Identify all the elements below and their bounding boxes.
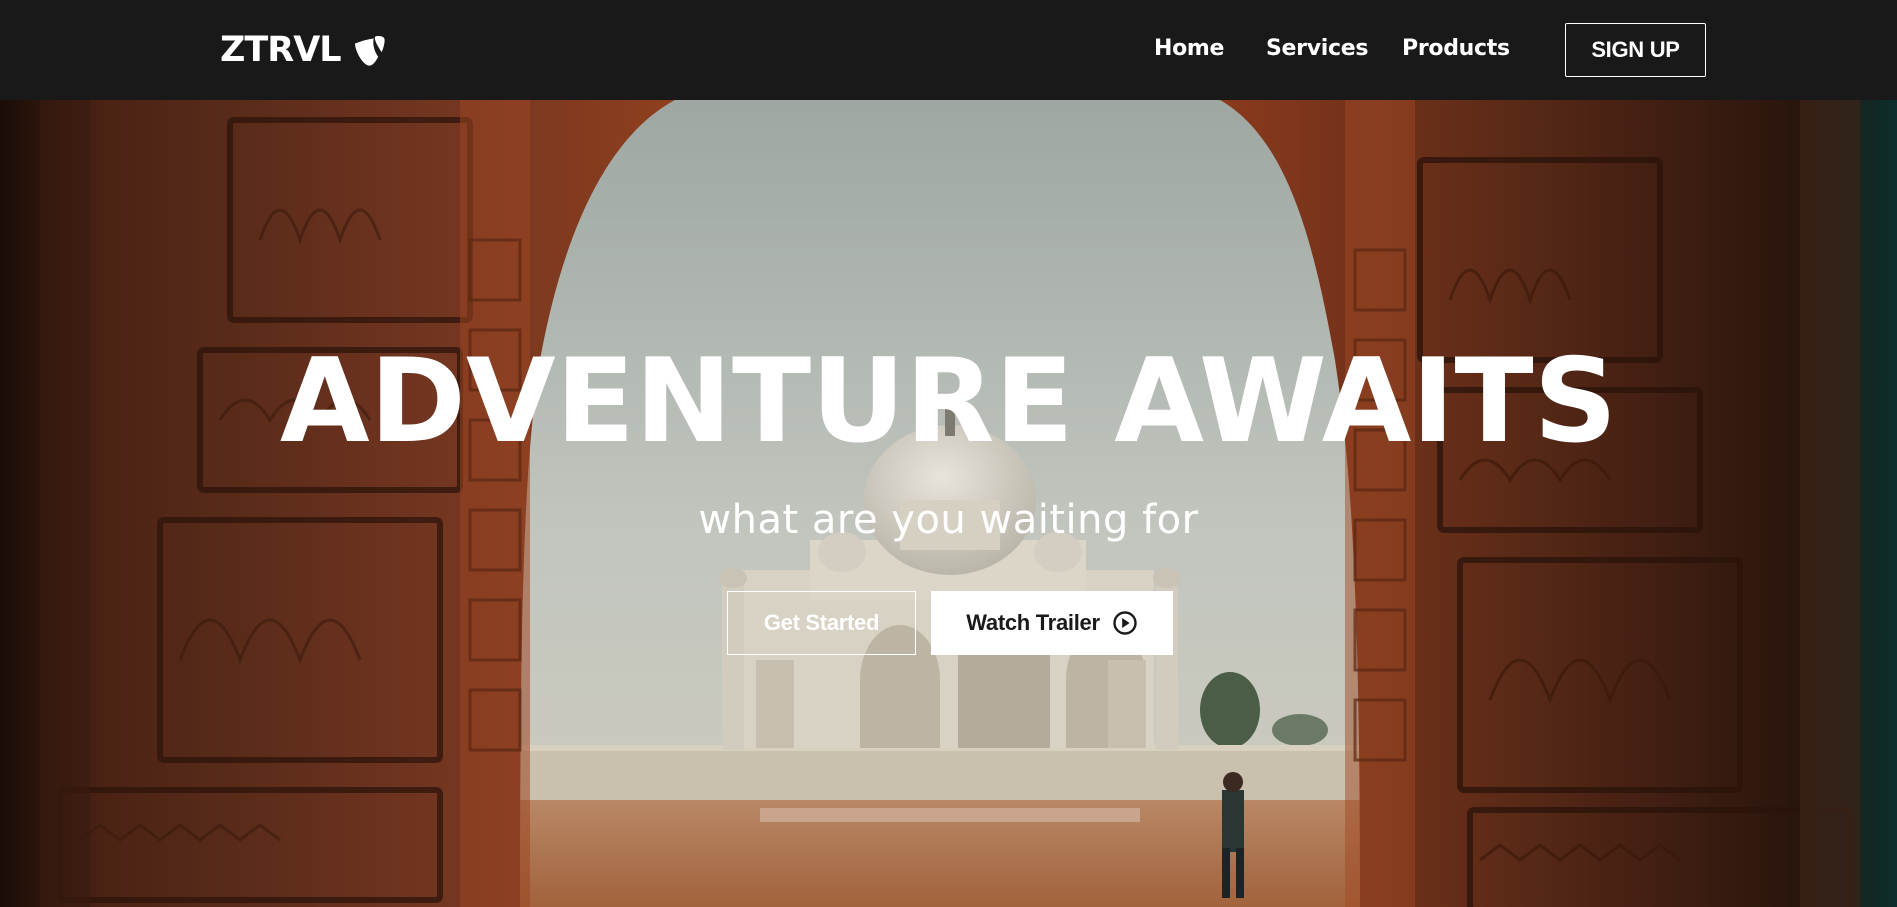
typo3-logo-icon [354,36,385,66]
play-circle-icon [1113,611,1137,635]
top-navbar: ZTRVL Home Services Products SIGN UP [0,0,1897,100]
nav-services-link[interactable]: Services [1266,36,1368,61]
watch-trailer-button[interactable]: Watch Trailer [931,591,1173,655]
hero-subtitle: what are you waiting for [698,497,1199,543]
get-started-button[interactable]: Get Started [727,591,916,655]
nav-home-link[interactable]: Home [1154,36,1224,61]
signup-button[interactable]: SIGN UP [1565,23,1706,77]
hero-section: ADVENTURE AWAITS what are you waiting fo… [0,100,1897,907]
nav-products-link[interactable]: Products [1402,36,1510,61]
brand-name: ZTRVL [220,30,342,70]
hero-title: ADVENTURE AWAITS [279,334,1618,469]
watch-trailer-label: Watch Trailer [966,610,1100,635]
brand-logo[interactable]: ZTRVL [220,28,387,72]
